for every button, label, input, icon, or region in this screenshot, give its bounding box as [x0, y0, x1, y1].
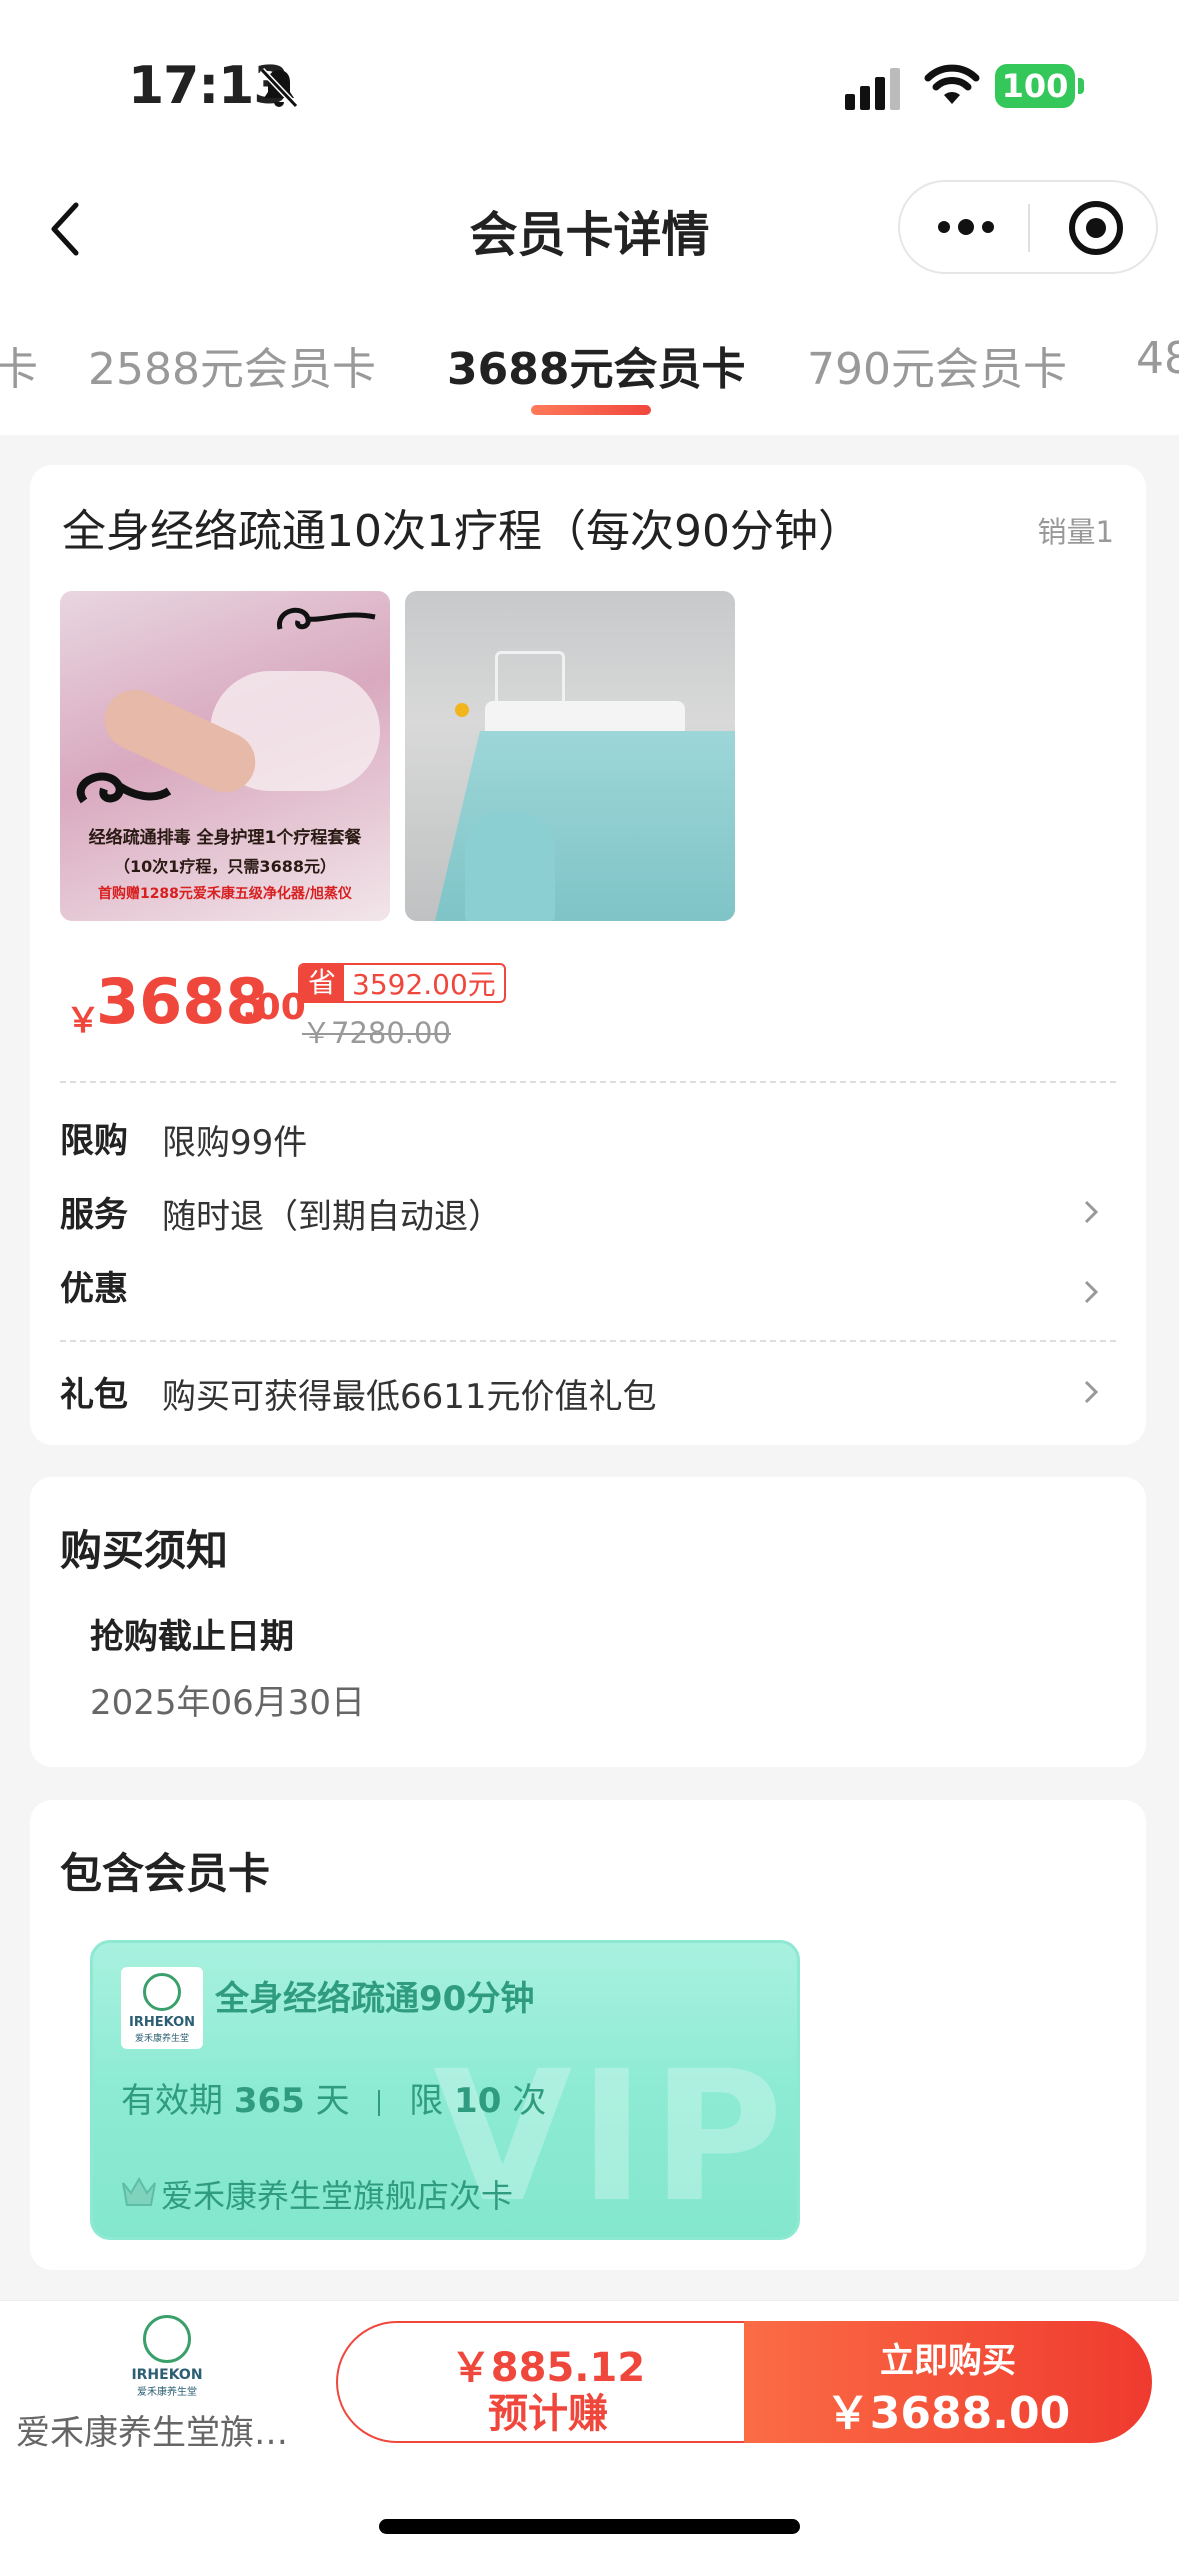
vip-card-terms: 有效期 365 天 限 10 次: [121, 2073, 546, 2122]
cloud-swirl-icon: [277, 607, 376, 630]
flower-shape: [455, 703, 469, 717]
earn-label: 预计赚: [488, 2391, 608, 2437]
product-title: 全身经络疏通10次1疗程（每次90分钟）: [62, 506, 862, 557]
signal-icon: [845, 68, 900, 110]
store-logo-icon: [143, 2315, 191, 2363]
validity-unit: 天: [315, 2081, 350, 2121]
gift-value[interactable]: 购买可获得最低6611元价值礼包: [162, 1369, 657, 1418]
purchase-notice-card: 购买须知 抢购截止日期 2025年06月30日: [30, 1477, 1146, 1767]
product-image-promo[interactable]: 经络疏通排毒 全身护理1个疗程套餐 （10次1疗程，只需3688元） 首购赠12…: [60, 591, 390, 921]
nav-bar: 会员卡详情: [0, 175, 1179, 285]
limit-count: 10: [454, 2081, 502, 2121]
more-dots-icon[interactable]: [936, 214, 996, 240]
battery-level: 100: [1001, 67, 1069, 105]
promo-sub: （10次1疗程，只需3688元）: [114, 857, 336, 876]
tab-790-card[interactable]: 790元会员卡: [807, 333, 1067, 397]
vip-card[interactable]: VIP IRHEKON 爱禾康养生堂 全身经络疏通90分钟 有效期 365 天 …: [90, 1940, 800, 2240]
buy-price: ￥3688.00: [825, 2388, 1071, 2439]
crown-icon: [122, 2176, 156, 2206]
promo-caption: 经络疏通排毒 全身护理1个疗程套餐: [88, 828, 362, 848]
divider: [60, 1340, 1116, 1342]
original-price: ￥7280.00: [302, 1016, 451, 1050]
service-value[interactable]: 随时退（到期自动退）: [162, 1189, 502, 1238]
card-tabs: 卡 2588元会员卡 3688元会员卡 790元会员卡 48: [0, 285, 1179, 435]
store-name: 爱禾康养生堂旗…: [16, 2413, 288, 2453]
chevron-right-icon[interactable]: [1078, 1279, 1104, 1305]
gift-label: 礼包: [60, 1375, 128, 1415]
divider: [60, 1081, 1116, 1083]
stool-shape: [465, 811, 555, 921]
battery-icon: 100: [995, 64, 1075, 108]
deadline-label: 抢购截止日期: [90, 1617, 294, 1657]
store-entry[interactable]: IRHEKON 爱禾康养生堂 爱禾康养生堂旗…: [0, 2301, 330, 2491]
included-heading: 包含会员卡: [60, 1849, 271, 1898]
included-cards-section: 包含会员卡 VIP IRHEKON 爱禾康养生堂 全身经络疏通90分钟 有效期 …: [30, 1800, 1146, 2270]
product-card: 全身经络疏通10次1疗程（每次90分钟） 销量1 经络疏通排毒 全身护理1个疗程…: [30, 465, 1146, 1445]
save-badge: 省 3592.00元: [298, 963, 506, 1003]
terms-divider: [378, 2089, 381, 2116]
logo-leaf-icon: [143, 1973, 181, 2011]
save-amount: 3592.00元: [352, 968, 496, 1001]
product-image-room[interactable]: [405, 591, 735, 921]
tab-2588-card[interactable]: 2588元会员卡: [88, 333, 376, 397]
limit-label: 限购: [60, 1121, 128, 1161]
limit-prefix: 限: [409, 2081, 444, 2121]
bottom-action-bar: IRHEKON 爱禾康养生堂 爱禾康养生堂旗… ￥885.12 预计赚 立即购买…: [0, 2300, 1179, 2556]
price-symbol: ￥: [66, 1001, 100, 1041]
limit-unit: 次: [512, 2081, 547, 2121]
validity-days: 365: [233, 2081, 305, 2121]
price-decimal: .00: [242, 987, 306, 1028]
status-bar: 17:13 100: [0, 0, 1179, 175]
save-tag: 省: [300, 965, 345, 1001]
limit-value: 限购99件: [162, 1123, 308, 1163]
notice-heading: 购买须知: [60, 1526, 229, 1575]
store-logo-sub: 爱禾康养生堂: [137, 2387, 197, 2398]
tab-active-indicator: [531, 405, 651, 415]
mute-bell-icon: [259, 67, 299, 109]
logo-sub: 爱禾康养生堂: [134, 2034, 189, 2044]
discount-label: 优惠: [60, 1269, 128, 1309]
vip-card-store: 爱禾康养生堂旗舰店次卡: [161, 2177, 514, 2215]
vip-card-title: 全身经络疏通90分钟: [215, 1979, 535, 2019]
close-target-icon[interactable]: [1068, 200, 1124, 256]
buy-now-button[interactable]: 立即购买 ￥3688.00: [744, 2321, 1152, 2443]
deadline-date: 2025年06月30日: [90, 1683, 366, 1723]
estimated-earn-button[interactable]: ￥885.12 预计赚: [336, 2321, 756, 2443]
battery-cap: [1078, 78, 1084, 94]
mini-program-capsule: [898, 180, 1158, 274]
sales-count: 销量1: [1037, 515, 1114, 549]
tab-prev-card[interactable]: 卡: [0, 333, 38, 397]
tab-3688-card[interactable]: 3688元会员卡: [447, 333, 745, 397]
cloud-swirl-icon: [76, 772, 172, 804]
tab-next-card[interactable]: 48: [1136, 333, 1179, 384]
home-indicator[interactable]: [379, 2519, 800, 2534]
validity-prefix: 有效期: [121, 2081, 223, 2121]
capsule-divider: [1028, 204, 1030, 252]
service-label: 服务: [60, 1195, 128, 1235]
promo-gift: 首购赠1288元爱禾康五级净化器/旭蒸仪: [97, 886, 353, 902]
chevron-right-icon[interactable]: [1078, 1379, 1104, 1405]
store-logo-text: IRHEKON: [131, 2367, 203, 2383]
brand-logo: IRHEKON 爱禾康养生堂: [121, 1967, 203, 2049]
chevron-right-icon[interactable]: [1078, 1199, 1104, 1225]
wifi-icon: [924, 64, 980, 104]
logo-text: IRHEKON: [128, 2015, 196, 2030]
buy-label: 立即购买: [880, 2341, 1016, 2381]
